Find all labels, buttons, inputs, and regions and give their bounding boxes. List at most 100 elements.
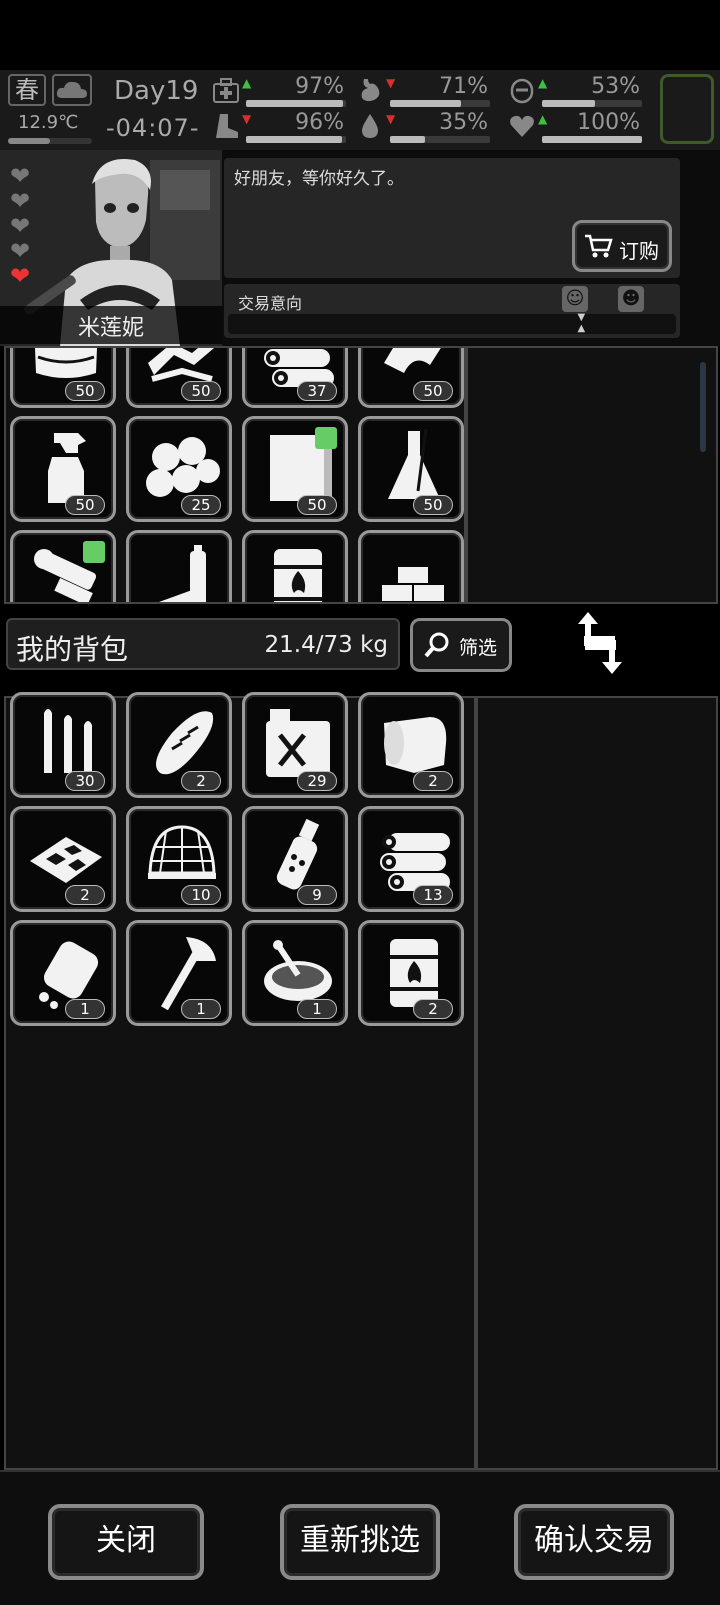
inventory-slot[interactable] bbox=[358, 530, 464, 602]
inventory-slot[interactable]: 1 bbox=[10, 920, 116, 1026]
item-quantity: 2 bbox=[413, 999, 453, 1019]
inventory-slot[interactable]: 1 bbox=[242, 920, 348, 1026]
stat-health: ▲ 97% bbox=[212, 74, 348, 108]
item-quantity: 50 bbox=[297, 495, 337, 515]
npc-portrait: ❤ ❤ ❤ ❤ ❤ 米莲妮 bbox=[0, 150, 222, 346]
bricks-icon bbox=[382, 567, 444, 601]
fire-barrel-icon bbox=[274, 549, 322, 602]
item-quantity: 29 bbox=[297, 771, 337, 791]
backpack-header: 我的背包 21.4/73 kg 筛选 bbox=[0, 606, 720, 682]
heart-icon bbox=[510, 115, 534, 137]
trade-intent-panel: 交易意向 ☺ ☻ ▼ ▲ bbox=[224, 284, 680, 338]
item-quantity: 50 bbox=[181, 381, 221, 401]
inventory-slot[interactable]: 50 bbox=[242, 416, 348, 522]
medkit-icon bbox=[213, 78, 239, 103]
temperature-readout: 12.9℃ bbox=[18, 112, 79, 133]
merchant-inventory-grid[interactable]: 50 50 37 50 50 25 50 50 bbox=[4, 346, 466, 604]
player-offer-area[interactable] bbox=[476, 696, 718, 1470]
stat-value: 96% bbox=[295, 110, 344, 135]
inventory-slot[interactable] bbox=[10, 530, 116, 602]
heart-icon: ❤ bbox=[10, 187, 31, 215]
stat-value: 53% bbox=[591, 74, 640, 99]
backpack-title-box: 我的背包 21.4/73 kg bbox=[6, 618, 400, 670]
order-label: 订购 bbox=[619, 239, 659, 263]
merchant-scrollbar[interactable] bbox=[700, 362, 706, 452]
cloud-weather-icon bbox=[52, 74, 92, 106]
stat-mood: ▲ 53% bbox=[508, 74, 644, 108]
order-button[interactable]: 订购 bbox=[572, 220, 672, 272]
inventory-slot[interactable]: 9 bbox=[242, 806, 348, 912]
inventory-slot[interactable]: 50 bbox=[358, 348, 464, 408]
heart-icon: ❤ bbox=[10, 237, 31, 265]
item-quantity: 1 bbox=[181, 999, 221, 1019]
heart-icon: ❤ bbox=[10, 162, 31, 190]
item-quantity: 1 bbox=[297, 999, 337, 1019]
trend-up-icon: ▲ bbox=[242, 76, 252, 90]
day-counter: Day19 bbox=[114, 76, 199, 106]
inventory-slot[interactable]: 25 bbox=[126, 416, 232, 522]
equipment-slot[interactable] bbox=[660, 74, 714, 144]
merchant-offer-area[interactable] bbox=[466, 346, 718, 604]
item-quantity: 9 bbox=[297, 885, 337, 905]
inventory-slot[interactable]: 50 bbox=[126, 348, 232, 408]
note-badge-icon bbox=[315, 427, 337, 449]
npc-name: 米莲妮 bbox=[77, 316, 144, 341]
stat-value: 71% bbox=[439, 74, 488, 99]
inventory-slot[interactable]: 2 bbox=[10, 806, 116, 912]
clock-time: -04:07- bbox=[106, 114, 200, 142]
stat-value: 97% bbox=[295, 74, 344, 99]
confirm-trade-button[interactable]: 确认交易 bbox=[514, 1504, 674, 1580]
inventory-slot[interactable]: 30 bbox=[10, 692, 116, 798]
item-quantity: 25 bbox=[181, 495, 221, 515]
inventory-slot[interactable]: 50 bbox=[358, 416, 464, 522]
inventory-slot[interactable] bbox=[126, 530, 232, 602]
inventory-slot[interactable]: 10 bbox=[126, 806, 232, 912]
season-indicator: 春 bbox=[8, 74, 46, 106]
inventory-slot[interactable]: 2 bbox=[358, 920, 464, 1026]
inventory-slot[interactable]: 2 bbox=[126, 692, 232, 798]
neutral-face-icon: ☺ bbox=[562, 286, 588, 312]
npc-name-bar: 米莲妮 bbox=[0, 306, 222, 344]
heart-icon: ❤ bbox=[10, 212, 31, 240]
water-drop-icon bbox=[362, 114, 378, 138]
stat-value: 35% bbox=[439, 110, 488, 135]
item-quantity: 37 bbox=[297, 381, 337, 401]
item-quantity: 50 bbox=[413, 495, 453, 515]
affection-hearts: ❤ ❤ ❤ ❤ ❤ bbox=[10, 164, 42, 289]
trend-up-icon: ▲ bbox=[538, 76, 548, 90]
inventory-slot[interactable]: 37 bbox=[242, 348, 348, 408]
stat-heart: ▲ 100% bbox=[508, 110, 644, 144]
item-quantity: 50 bbox=[65, 381, 105, 401]
backpack-inventory-grid[interactable]: 30 2 29 2 2 10 9 13 1 1 1 2 bbox=[4, 692, 476, 1470]
item-quantity: 2 bbox=[181, 771, 221, 791]
inventory-slot[interactable]: 2 bbox=[358, 692, 464, 798]
intent-marker-icon: ▼ ▲ bbox=[577, 312, 586, 334]
trend-down-icon: ▼ bbox=[242, 112, 252, 126]
inventory-slot[interactable]: 29 bbox=[242, 692, 348, 798]
item-quantity: 13 bbox=[413, 885, 453, 905]
action-bar: 关闭 重新挑选 确认交易 bbox=[0, 1470, 720, 1605]
dialogue-box: 好朋友，等你好久了。 订购 bbox=[224, 158, 680, 278]
note-badge-icon bbox=[83, 541, 105, 563]
status-hud: 春 12.9℃ Day19 -04:07- ▲ 97% ▼ 71% ▲ 53% … bbox=[0, 70, 720, 150]
stat-stamina: ▼ 96% bbox=[212, 110, 348, 144]
item-quantity: 10 bbox=[181, 885, 221, 905]
reselect-button[interactable]: 重新挑选 bbox=[280, 1504, 440, 1580]
item-quantity: 50 bbox=[413, 381, 453, 401]
filter-button[interactable]: 筛选 bbox=[410, 618, 512, 672]
item-quantity: 30 bbox=[65, 771, 105, 791]
inventory-slot[interactable]: 1 bbox=[126, 920, 232, 1026]
backpack-title: 我的背包 bbox=[16, 633, 129, 666]
stat-thirst: ▼ 35% bbox=[356, 110, 492, 144]
item-quantity: 2 bbox=[65, 885, 105, 905]
inventory-slot[interactable]: 13 bbox=[358, 806, 464, 912]
happy-face-icon: ☻ bbox=[618, 286, 644, 312]
close-button[interactable]: 关闭 bbox=[48, 1504, 204, 1580]
inventory-slot[interactable]: 50 bbox=[10, 416, 116, 522]
battery-icon bbox=[152, 545, 206, 602]
inventory-slot[interactable] bbox=[242, 530, 348, 602]
swap-arrows-icon[interactable] bbox=[572, 610, 628, 676]
item-quantity: 50 bbox=[65, 495, 105, 515]
inventory-slot[interactable]: 50 bbox=[10, 348, 116, 408]
brain-icon bbox=[510, 78, 534, 104]
